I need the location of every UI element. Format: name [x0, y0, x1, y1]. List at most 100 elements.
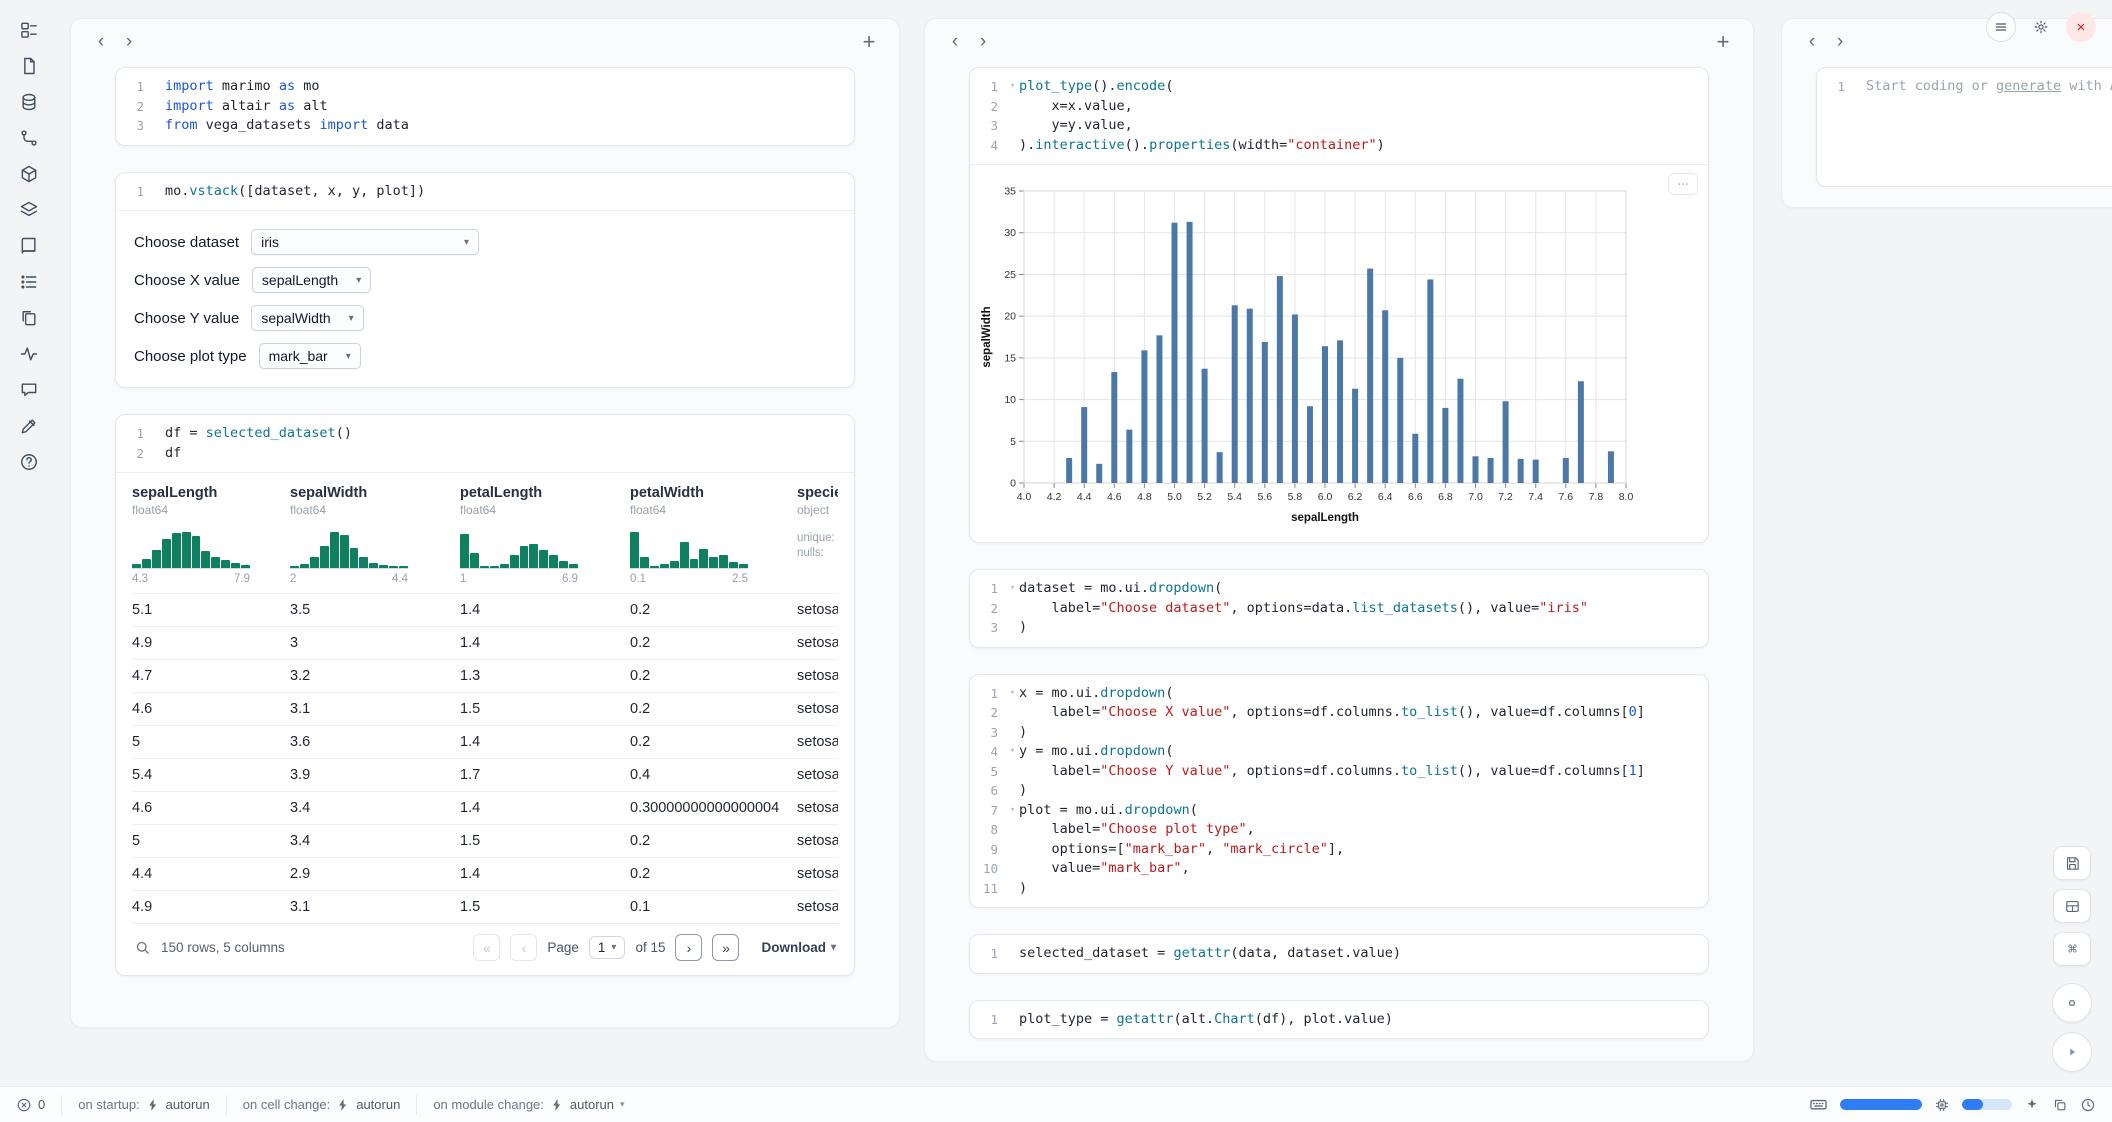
column-move-left-button[interactable]: ‹	[941, 28, 969, 56]
dataset-dropdown-cell: 1▾dataset = mo.ui.dropdown(2 label="Choo…	[969, 569, 1709, 648]
code-line: 3 y=y.value,	[976, 116, 1698, 136]
previous-page-button[interactable]: ‹	[510, 934, 537, 961]
sidebar-files-button[interactable]	[10, 50, 48, 81]
sidebar-datasets-button[interactable]	[10, 86, 48, 117]
clock-icon[interactable]	[2080, 1097, 2096, 1113]
histogram-bar	[729, 562, 738, 568]
on-startup-setting[interactable]: on startup: autorun	[61, 1095, 226, 1115]
table-cell: 0.2	[630, 866, 797, 882]
close-button[interactable]	[2066, 12, 2096, 42]
on-cell-change-setting[interactable]: on cell change: autorun	[226, 1095, 417, 1115]
line-number: 2	[976, 97, 1006, 117]
dataset-select[interactable]: iris▾	[251, 229, 479, 255]
app-layout-button[interactable]	[2053, 889, 2091, 923]
histogram-bar	[241, 565, 250, 568]
next-page-button[interactable]: ›	[675, 934, 702, 961]
cell-editor[interactable]: 1mo.vstack([dataset, x, y, plot])	[116, 173, 854, 211]
code-line: 9 options=["mark_bar", "mark_circle"],	[976, 840, 1698, 860]
last-page-button[interactable]: »	[712, 934, 739, 961]
sidebar-scratchpad-button[interactable]	[10, 374, 48, 405]
svg-text:4.0: 4.0	[1017, 491, 1032, 503]
cell-editor[interactable]: 1▾x = mo.ui.dropdown(2 label="Choose X v…	[970, 675, 1708, 908]
keyboard-icon[interactable]	[1809, 1095, 1828, 1114]
cell-editor[interactable]: 1Start coding or generate with AI	[1817, 68, 2112, 106]
table-row: 4.63.11.50.2setosa	[132, 692, 838, 725]
sidebar-variables-button[interactable]	[10, 122, 48, 153]
interrupt-button[interactable]	[2052, 983, 2092, 1023]
code-text: x = mo.ui.dropdown(	[1019, 684, 1173, 704]
imports-cell: 1import marimo as mo2import altair as al…	[115, 67, 855, 146]
settings-button[interactable]	[2026, 12, 2056, 42]
fold-spacer	[1006, 599, 1019, 619]
on-module-change-setting[interactable]: on module change: autorun ▾	[416, 1095, 640, 1115]
sidebar-outline-button[interactable]	[10, 266, 48, 297]
ai-sparkle-icon[interactable]	[2024, 1097, 2040, 1113]
fold-spacer	[1853, 77, 1866, 97]
dropdown-label: Choose Y value	[134, 310, 239, 327]
sidebar-documentation-button[interactable]	[10, 230, 48, 261]
save-button[interactable]	[2053, 846, 2091, 880]
control-row: Choose X valuesepalLength▾	[134, 261, 836, 299]
cell-editor[interactable]: 1import marimo as mo2import altair as al…	[116, 68, 854, 145]
table-column-header: speciesobjectunique:nulls:	[797, 485, 838, 585]
sidebar-ai-pen-button[interactable]	[10, 410, 48, 441]
code-line: 10 value="mark_bar",	[976, 859, 1698, 879]
histogram-bar	[340, 535, 349, 568]
table-footer: 150 rows, 5 columns«‹Page1▾of 15›»Downlo…	[132, 923, 838, 967]
sidebar-help-button[interactable]	[10, 446, 48, 477]
histogram-bar	[399, 566, 408, 568]
code-line: 1▾x = mo.ui.dropdown(	[976, 684, 1698, 704]
fold-toggle-icon[interactable]: ▾	[1006, 684, 1019, 704]
line-number: 1	[976, 1010, 1006, 1030]
cell-editor[interactable]: 1df = selected_dataset()2df	[116, 415, 854, 472]
code-text: y = mo.ui.dropdown(	[1019, 742, 1173, 762]
download-button[interactable]: Download▾	[761, 940, 836, 955]
bar-chart[interactable]: 4.04.24.44.64.85.05.25.45.65.86.06.26.46…	[978, 177, 1638, 529]
cell-editor[interactable]: 1▾plot_type().encode(2 x=x.value,3 y=y.v…	[970, 68, 1708, 164]
fold-toggle-icon[interactable]: ▾	[1006, 77, 1019, 97]
svg-text:7.0: 7.0	[1468, 491, 1483, 503]
cell-editor[interactable]: 1selected_dataset = getattr(data, datase…	[970, 935, 1708, 973]
plot-type-select[interactable]: mark_bar▾	[259, 343, 361, 369]
generate-with-ai-link[interactable]: generate	[1996, 78, 2061, 94]
search-icon[interactable]	[134, 939, 151, 956]
first-page-button[interactable]: «	[473, 934, 500, 961]
cell-editor[interactable]: 1▾dataset = mo.ui.dropdown(2 label="Choo…	[970, 570, 1708, 647]
column-move-right-button[interactable]: ›	[969, 28, 997, 56]
error-indicator[interactable]: 0	[16, 1097, 61, 1113]
code-line: 1▾dataset = mo.ui.dropdown(	[976, 579, 1698, 599]
table-cell: setosa	[797, 734, 838, 750]
column-move-right-button[interactable]: ›	[115, 28, 143, 56]
sidebar-packages-button[interactable]	[10, 158, 48, 189]
fold-toggle-icon[interactable]: ▾	[1006, 801, 1019, 821]
table-row: 4.93.11.50.1setosa	[132, 890, 838, 923]
table-row: 4.931.40.2setosa	[132, 626, 838, 659]
y-value-select[interactable]: sepalWidth▾	[251, 305, 363, 331]
fold-toggle-icon[interactable]: ▾	[1006, 579, 1019, 599]
copy-icon[interactable]	[2052, 1097, 2068, 1113]
column-move-left-button[interactable]: ‹	[1798, 28, 1826, 56]
table-cell: 4.6	[132, 800, 290, 816]
circle-x-icon	[16, 1097, 32, 1113]
table-cell: setosa	[797, 668, 838, 684]
column-move-right-button[interactable]: ›	[1826, 28, 1854, 56]
sidebar-logs-button[interactable]	[10, 338, 48, 369]
add-cell-button[interactable]: +	[855, 28, 883, 56]
run-button[interactable]	[2052, 1032, 2092, 1072]
cell-editor[interactable]: 1plot_type = getattr(alt.Chart(df), plot…	[970, 1001, 1708, 1039]
fold-toggle-icon[interactable]: ▾	[1006, 742, 1019, 762]
sidebar-snippets-button[interactable]	[10, 302, 48, 333]
sidebar-dependencies-button[interactable]	[10, 194, 48, 225]
command-palette-button[interactable]: ⌘	[2053, 932, 2091, 966]
chart-options-button[interactable]	[1668, 173, 1698, 195]
table-cell: 0.30000000000000004	[630, 800, 797, 816]
menu-button[interactable]	[1986, 12, 2016, 42]
page-number-select[interactable]: 1▾	[589, 936, 626, 959]
sidebar-file-explorer-button[interactable]	[10, 14, 48, 45]
column-move-left-button[interactable]: ‹	[87, 28, 115, 56]
add-cell-button[interactable]: +	[1709, 28, 1737, 56]
controls-cell: 1mo.vstack([dataset, x, y, plot]) Choose …	[115, 172, 855, 389]
column-header: ‹ › +	[925, 19, 1753, 65]
stat-line: unique:	[797, 531, 830, 546]
x-value-select[interactable]: sepalLength▾	[252, 267, 371, 293]
